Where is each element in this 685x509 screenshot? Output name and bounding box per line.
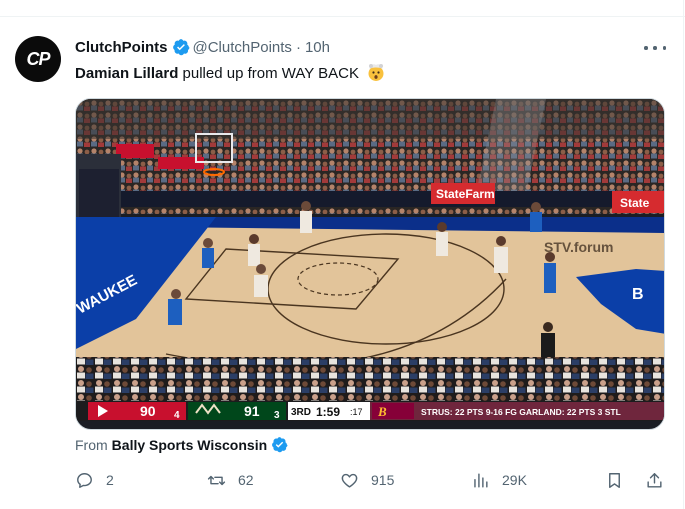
team-logo-icon: B — [377, 404, 387, 419]
tweet-text-rest: pulled up from WAY BACK — [178, 65, 359, 82]
team1-fouls: 4 — [174, 410, 180, 421]
tweet-text-bold: Damian Lillard — [75, 65, 179, 82]
author-name[interactable]: ClutchPoints — [75, 39, 168, 56]
stat-line: STRUS: 22 PTS 9-16 FG GARLAND: 22 PTS 3 … — [421, 407, 621, 417]
team2-score: 91 — [244, 403, 260, 419]
right-divider — [683, 0, 684, 509]
views-count: 29K — [502, 472, 527, 488]
repost-button[interactable]: 62 — [207, 468, 254, 492]
shot-clock: :17 — [350, 407, 363, 417]
like-count: 915 — [371, 472, 395, 488]
team1-score: 90 — [140, 403, 156, 419]
heart-icon — [341, 473, 358, 488]
quarter: 3RD — [291, 407, 311, 418]
avatar[interactable]: CP — [15, 36, 61, 82]
author-handle[interactable]: @ClutchPoints — [193, 39, 292, 56]
share-icon — [647, 472, 662, 488]
share-button[interactable] — [645, 468, 664, 492]
bookmark-icon — [609, 472, 620, 488]
statefarm-left-text: StateFarm — [436, 187, 495, 201]
source-name[interactable]: Bally Sports Wisconsin — [112, 437, 267, 453]
action-bar: 2 62 915 29K — [75, 468, 665, 492]
timestamp[interactable]: 10h — [305, 39, 330, 56]
views-button[interactable]: 29K — [471, 468, 527, 492]
more-options-icon[interactable] — [644, 38, 666, 58]
exploding-head-emoji-icon — [368, 64, 384, 81]
avatar-logo-text: CP — [26, 48, 50, 69]
basketball-scene: StateFarm State B STV.forum WAUKEE 90 4 … — [76, 99, 664, 421]
tweet-text: Damian Lillard pulled up from WAY BACK — [75, 62, 386, 84]
verified-badge-icon — [172, 39, 189, 56]
court-text: STV.forum — [544, 239, 614, 255]
repost-count: 62 — [238, 472, 254, 488]
media-source: From Bally Sports Wisconsin — [75, 436, 291, 453]
scoreboard: 90 4 91 3 3RD 1:59 :17 B STRUS: 22 PTS 9… — [76, 401, 664, 421]
like-button[interactable]: 915 — [340, 468, 394, 492]
top-divider — [0, 16, 685, 17]
tweet-header: ClutchPoints @ClutchPoints · 10h — [75, 37, 330, 57]
bookmark-button[interactable] — [605, 468, 624, 492]
statefarm-right-text: State — [620, 196, 650, 210]
reply-icon — [77, 472, 92, 488]
ad-board — [116, 144, 154, 158]
reply-button[interactable]: 2 — [75, 468, 114, 492]
team2-fouls: 3 — [274, 410, 280, 421]
floor-logo: B — [632, 286, 644, 303]
game-clock: 1:59 — [316, 405, 340, 419]
video-media[interactable]: StateFarm State B STV.forum WAUKEE 90 4 … — [75, 98, 665, 430]
reply-count: 2 — [106, 472, 114, 488]
repost-icon — [207, 475, 226, 485]
separator-dot: · — [295, 38, 301, 56]
source-prefix: From — [75, 436, 108, 453]
verified-badge-icon — [272, 437, 288, 453]
views-chart-icon — [474, 472, 488, 488]
